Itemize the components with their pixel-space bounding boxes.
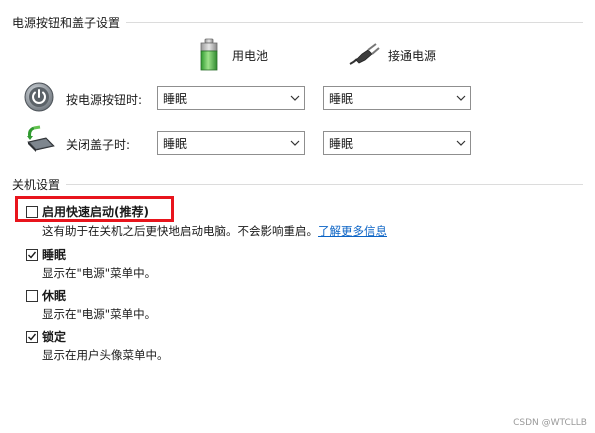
- hibernate-label: 休眠: [42, 289, 67, 303]
- power-plug-icon: [348, 40, 380, 68]
- sleep-checkbox[interactable]: [26, 249, 38, 261]
- fast-startup-label: 启用快速启动(推荐): [42, 205, 149, 219]
- power-section-title: 电源按钮和盖子设置: [12, 16, 121, 30]
- sleep-description: 显示在"电源"菜单中。: [42, 266, 157, 280]
- power-section-divider: [126, 22, 583, 23]
- hibernate-description: 显示在"电源"菜单中。: [42, 307, 157, 321]
- power-button-plugged-select[interactable]: 睡眠: [323, 86, 471, 110]
- chevron-down-icon: [286, 131, 304, 155]
- hibernate-checkbox[interactable]: [26, 290, 38, 302]
- lid-close-plugged-select[interactable]: 睡眠: [323, 131, 471, 155]
- plugged-column-header: 接通电源: [388, 49, 437, 63]
- chevron-down-icon: [286, 86, 304, 110]
- sleep-label: 睡眠: [42, 248, 67, 262]
- fast-startup-checkbox[interactable]: [26, 206, 38, 218]
- chevron-down-icon: [452, 131, 470, 155]
- checkmark-icon: [28, 251, 37, 259]
- lock-description: 显示在用户头像菜单中。: [42, 348, 169, 362]
- power-button-icon: [24, 82, 54, 112]
- shutdown-section-divider: [66, 184, 583, 185]
- select-value: 睡眠: [329, 136, 354, 151]
- lid-close-label: 关闭盖子时:: [66, 138, 131, 152]
- checkmark-icon: [28, 333, 37, 341]
- watermark-text: CSDN @WTCLLB: [513, 418, 587, 428]
- chevron-down-icon: [452, 86, 470, 110]
- battery-icon: [198, 38, 220, 72]
- lock-checkbox[interactable]: [26, 331, 38, 343]
- battery-column-header: 用电池: [232, 49, 269, 63]
- fast-startup-desc-text: 这有助于在关机之后更快地启动电脑。不会影响重启。: [42, 224, 318, 238]
- select-value: 睡眠: [163, 136, 188, 151]
- shutdown-section-title: 关机设置: [12, 178, 61, 192]
- fast-startup-description: 这有助于在关机之后更快地启动电脑。不会影响重启。了解更多信息: [42, 223, 387, 239]
- lock-label: 锁定: [42, 330, 67, 344]
- power-button-battery-select[interactable]: 睡眠: [157, 86, 305, 110]
- select-value: 睡眠: [163, 91, 188, 106]
- lid-close-battery-select[interactable]: 睡眠: [157, 131, 305, 155]
- learn-more-link[interactable]: 了解更多信息: [318, 224, 387, 238]
- power-button-label: 按电源按钮时:: [66, 93, 143, 107]
- laptop-lid-icon: [24, 124, 56, 154]
- select-value: 睡眠: [329, 91, 354, 106]
